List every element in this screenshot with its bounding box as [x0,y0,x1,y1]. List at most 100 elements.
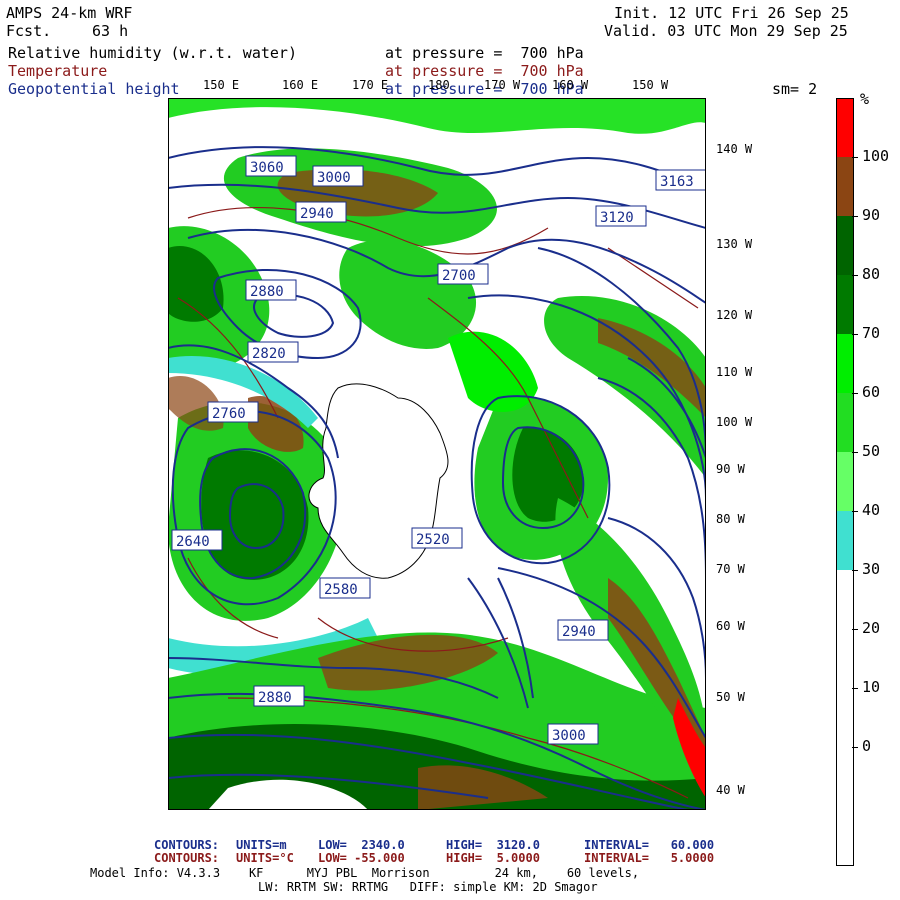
height-contour-label: CONTOURS: [154,838,220,852]
height-label-box: 2700 [437,263,489,285]
colorbar-segment [836,806,854,866]
colorbar-label: 0 [862,737,872,755]
colorbar-segment [836,157,854,216]
lon-label: 160 E [282,78,319,92]
svg-text:2640: 2640 [176,534,210,550]
forecast-hour: 63 h [92,22,129,40]
map-panel: 3060 3000 2940 2880 2820 2760 2700 2640 … [168,98,706,810]
colorbar-tick [852,747,858,748]
svg-text:2700: 2700 [442,268,476,284]
colorbar-segment [836,629,854,688]
temp-contour-high: HIGH= 5.0000 [446,851,540,865]
field-rh-level: at pressure = 700 hPa [385,44,584,62]
svg-text:2880: 2880 [258,690,292,706]
svg-text:3120: 3120 [600,210,634,226]
colorbar-tick [852,216,858,217]
colorbar-segment [836,511,854,570]
colorbar-label: 80 [862,265,881,283]
svg-text:3000: 3000 [317,170,351,186]
lat-label: 130 W [716,237,753,251]
lat-label: 100 W [716,415,753,429]
height-label-box: 2880 [245,279,297,301]
colorbar-tick [852,511,858,512]
lon-label: 150 W [632,78,669,92]
colorbar-label: 30 [862,560,881,578]
svg-text:2580: 2580 [324,582,358,598]
valid-time: Valid. 03 UTC Mon 29 Sep 25 [604,22,848,40]
height-contour-interval: INTERVAL= 60.000 [584,838,715,852]
init-time: Init. 12 UTC Fri 26 Sep 25 [614,4,849,22]
colorbar-label: 40 [862,501,881,519]
field-rh-name: Relative humidity (w.r.t. water) [8,44,297,62]
height-label-box: 2940 [557,619,609,641]
colorbar-tick [852,334,858,335]
temp-contour-low: LOW= -55.000 [318,851,405,865]
field-temp-name: Temperature [8,62,108,80]
height-label-box: 3120 [595,205,647,227]
field-height-name: Geopotential height [8,80,180,98]
colorbar-tick [852,570,858,571]
lon-label: 150 E [203,78,240,92]
temp-contour-units: UNITS=°C [236,851,294,865]
height-contour-units: UNITS=m [236,838,287,852]
height-label-box: 2940 [295,201,347,223]
height-label-box: 3163 [655,169,706,191]
svg-text:3000: 3000 [552,728,586,744]
colorbar-segment [836,275,854,334]
height-label-box: 2580 [319,577,371,599]
svg-text:2820: 2820 [252,346,286,362]
temp-contour-interval: INTERVAL= 5.0000 [584,851,715,865]
smoothing-label: sm= 2 [772,80,818,98]
colorbar-segment [836,393,854,452]
svg-text:2520: 2520 [416,532,450,548]
height-label-box: 2880 [253,685,305,707]
colorbar-segment [836,688,854,747]
colorbar-segment [836,452,854,511]
colorbar-label: 50 [862,442,881,460]
height-label-box: 2760 [207,401,259,423]
svg-text:2940: 2940 [300,206,334,222]
svg-text:3163: 3163 [660,174,694,190]
lon-label: 170 E [352,78,389,92]
svg-text:2880: 2880 [250,284,284,300]
colorbar-segment [836,747,854,806]
model-info: Model Info: V4.3.3 KF MYJ PBL Morrison 2… [90,866,640,880]
svg-text:2760: 2760 [212,406,246,422]
colorbar-segment [836,98,854,158]
svg-text:2940: 2940 [562,624,596,640]
model-physics: LW: RRTM SW: RRTMG DIFF: simple KM: 2D S… [258,880,598,894]
colorbar-segment [836,570,854,629]
height-label-box: 3060 [245,155,297,177]
colorbar-label: 20 [862,619,881,637]
lat-label: 80 W [716,512,745,526]
colorbar-label: 90 [862,206,881,224]
height-label-box: 3000 [547,723,599,745]
colorbar-tick [852,157,858,158]
lat-label: 50 W [716,690,745,704]
colorbar-unit: % [860,90,870,108]
lat-label: 120 W [716,308,753,322]
lat-label: 60 W [716,619,745,633]
lat-label: 40 W [716,783,745,797]
colorbar-label: 10 [862,678,881,696]
colorbar-tick [852,393,858,394]
colorbar-segment [836,334,854,393]
colorbar-tick [852,629,858,630]
colorbar-tick [852,688,858,689]
lat-label: 140 W [716,142,753,156]
colorbar-tick [852,275,858,276]
height-contour-low: LOW= 2340.0 [318,838,405,852]
height-label-box: 2820 [247,341,299,363]
lat-label: 70 W [716,562,745,576]
height-label-box: 2520 [411,527,463,549]
colorbar-tick [852,452,858,453]
colorbar-segment [836,216,854,275]
colorbar-label: 60 [862,383,881,401]
lon-label: 180 [428,78,450,92]
height-contour-high: HIGH= 3120.0 [446,838,540,852]
lat-label: 110 W [716,365,753,379]
lon-label: 160 W [552,78,589,92]
lat-label: 90 W [716,462,745,476]
forecast-label: Fcst. [6,22,52,40]
temp-contour-label: CONTOURS: [154,851,220,865]
